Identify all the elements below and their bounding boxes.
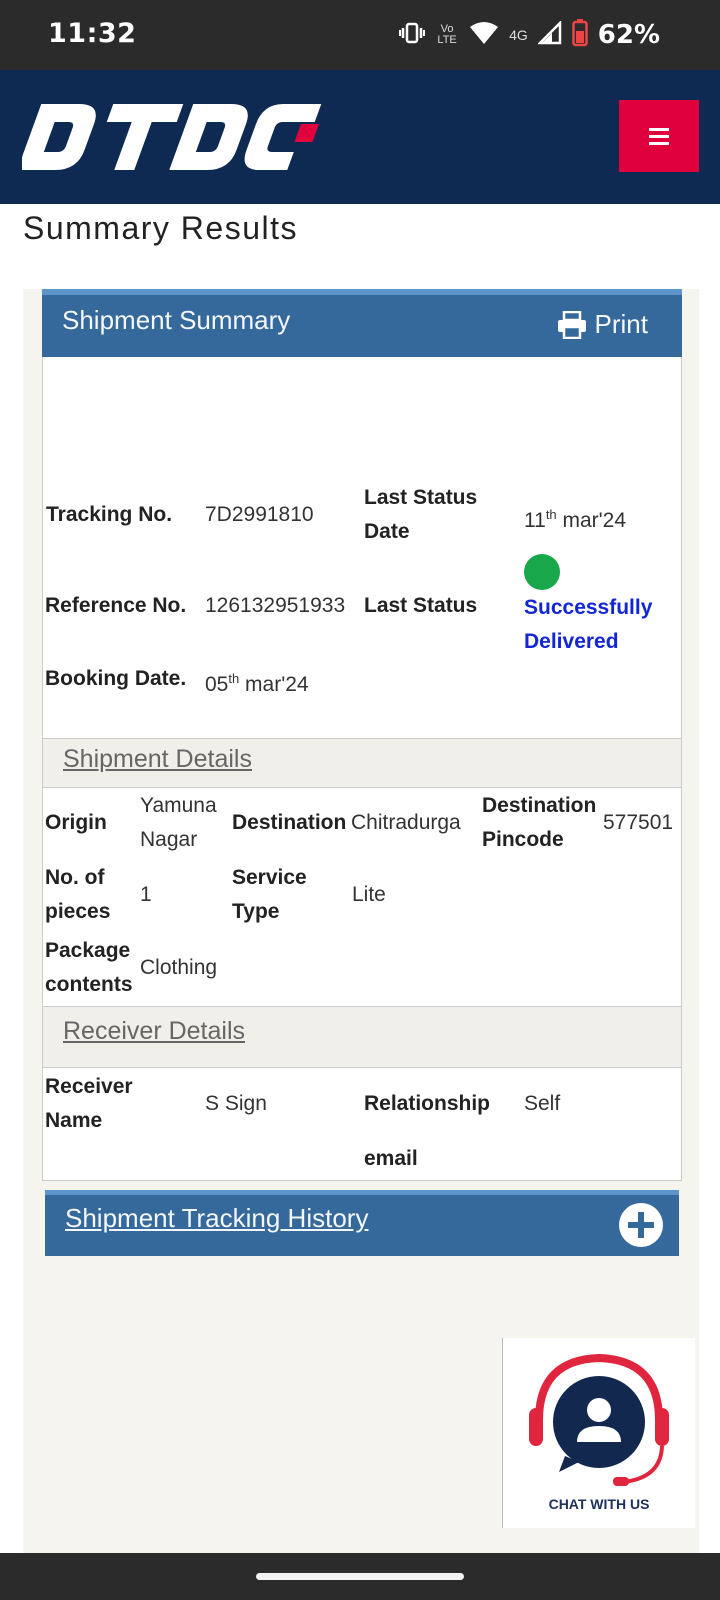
package-contents-value: Clothing <box>140 956 218 979</box>
receiver-details-header: Receiver Details <box>43 1006 681 1068</box>
wifi-icon <box>469 21 499 50</box>
tracking-history-link[interactable]: Shipment Tracking History <box>65 1203 368 1234</box>
battery-percent: 62% <box>597 20 660 50</box>
receiver-name-label: Receiver Name <box>45 1075 133 1132</box>
email-label: email <box>364 1147 418 1170</box>
origin-value: Yamuna Nagar <box>140 794 217 851</box>
service-type-label: Service Type <box>232 866 307 923</box>
printer-icon <box>557 310 586 339</box>
shipment-summary-header: Shipment Summary Print <box>42 289 682 357</box>
shipment-details-link[interactable]: Shipment Details <box>63 745 252 774</box>
destination-value: Chitradurga <box>351 811 461 834</box>
chat-widget[interactable]: CHAT WITH US <box>502 1338 695 1528</box>
last-status-date-label: Last Status Date <box>364 486 478 543</box>
status-bar: 11:32 Vo LTE 4G 62% <box>0 0 720 70</box>
headset-support-icon <box>529 1353 669 1486</box>
receiver-name-value: S Sign <box>205 1092 267 1115</box>
reference-label: Reference No. <box>45 594 187 617</box>
relationship-label: Relationship <box>364 1092 491 1115</box>
system-nav-bar <box>0 1553 720 1600</box>
destination-label: Destination <box>232 811 347 834</box>
network-type: 4G <box>509 27 528 43</box>
tracking-value: 7D2991810 <box>205 503 314 526</box>
service-type-value: Lite <box>352 883 386 906</box>
shipment-summary-title: Shipment Summary <box>62 305 291 335</box>
menu-button[interactable] <box>619 100 699 172</box>
plus-circle-icon[interactable] <box>619 1203 663 1247</box>
shipment-details-header: Shipment Details <box>43 738 681 788</box>
status-indicator-icon <box>524 554 560 590</box>
print-button[interactable]: Print <box>557 309 648 340</box>
chat-with-us-label: CHAT WITH US <box>548 1496 650 1512</box>
tracking-history-header[interactable]: Shipment Tracking History <box>45 1190 679 1256</box>
package-contents-label: Package contents <box>45 939 133 996</box>
volte-icon: Vo LTE <box>437 23 457 46</box>
vibrate-icon <box>399 22 426 49</box>
last-status-date-value: 11th mar'24 <box>524 507 627 532</box>
booking-date-label: Booking Date. <box>45 667 187 690</box>
receiver-details-link[interactable]: Receiver Details <box>63 1017 245 1046</box>
print-label: Print <box>594 309 648 339</box>
hamburger-icon <box>649 124 669 149</box>
reference-value: 126132951933 <box>205 594 346 617</box>
status-time: 11:32 <box>48 18 137 49</box>
dtdc-logo[interactable] <box>17 102 322 177</box>
signal-icon <box>536 19 562 50</box>
origin-label: Origin <box>45 811 107 834</box>
page-title: Summary Results <box>23 210 298 246</box>
destination-pincode-value: 577501 <box>603 811 674 834</box>
last-status-value: Successfully Delivered <box>524 596 653 653</box>
destination-pincode-label: Destination Pincode <box>482 794 597 851</box>
tracking-label: Tracking No. <box>46 503 173 526</box>
site-header <box>0 70 720 204</box>
last-status-label: Last Status <box>364 594 478 617</box>
relationship-value: Self <box>524 1092 561 1115</box>
battery-icon <box>572 18 588 52</box>
home-gesture-handle[interactable] <box>256 1573 464 1580</box>
pieces-value: 1 <box>140 883 152 906</box>
status-icons: Vo LTE 4G 62% <box>399 18 660 52</box>
booking-date-value: 05th mar'24 <box>205 671 309 696</box>
pieces-label: No. of pieces <box>45 866 111 923</box>
